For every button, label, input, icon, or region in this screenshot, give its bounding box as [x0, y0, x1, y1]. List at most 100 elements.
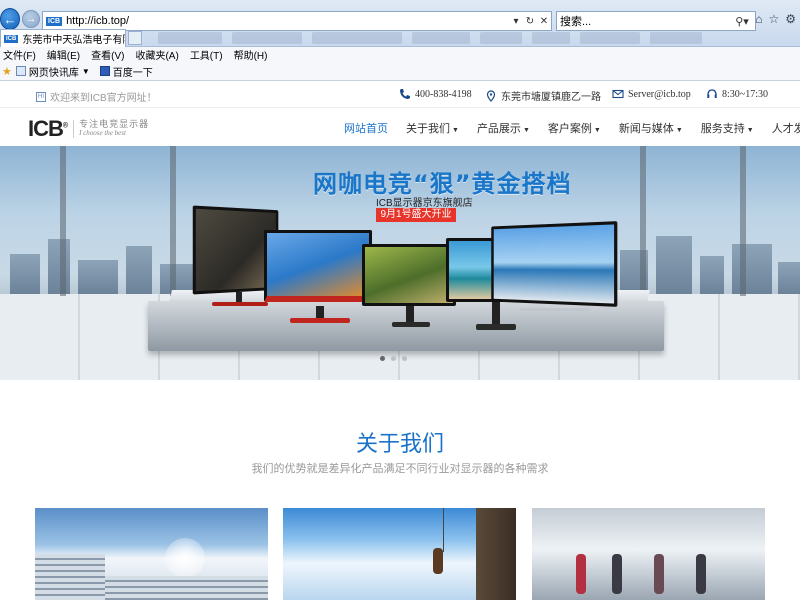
- chevron-down-icon: ▼: [81, 66, 90, 76]
- favorite-baidu[interactable]: 百度一下: [99, 64, 153, 79]
- contact-phone: 400-838-4198: [399, 88, 472, 100]
- tab-strip: ICB 东莞市中天弘浩电子有限公... ✕: [0, 29, 800, 47]
- chevron-down-icon: ▼: [522, 127, 530, 134]
- window-frame: [170, 146, 176, 296]
- new-tab-button[interactable]: [128, 31, 142, 45]
- site-logo[interactable]: ICB® 专注电竞显示器 I choose the best: [28, 116, 149, 142]
- phone-number: 400-838-4198: [415, 88, 472, 100]
- background-tab[interactable]: [232, 32, 302, 44]
- rock-cliff: [476, 508, 516, 600]
- nav-service[interactable]: 服务支持 ▼: [701, 120, 754, 136]
- about-card-building[interactable]: [35, 508, 268, 600]
- menu-tools[interactable]: 工具(T): [190, 47, 223, 62]
- chevron-down-icon: ▼: [593, 127, 601, 134]
- tab-active[interactable]: ICB 东莞市中天弘浩电子有限公... ✕: [0, 29, 126, 47]
- logo-tagline: 专注电竞显示器 I choose the best: [73, 119, 149, 138]
- carousel-dot[interactable]: [380, 356, 385, 361]
- refresh-icon[interactable]: ↻: [523, 16, 537, 27]
- background-tab[interactable]: [480, 32, 522, 44]
- search-input[interactable]: 搜索...: [560, 13, 729, 29]
- address-url[interactable]: http://icb.top/: [66, 15, 509, 27]
- menu-file[interactable]: 文件(F): [3, 47, 36, 62]
- back-button[interactable]: ←: [0, 8, 20, 30]
- forward-button[interactable]: →: [22, 10, 40, 28]
- contact-address: 东莞市塘厦镇鹿乙一路: [485, 88, 601, 103]
- climber-figure: [433, 548, 443, 574]
- favorite-label: 网页快讯库: [28, 67, 79, 79]
- home-icon[interactable]: ⌂: [755, 12, 762, 26]
- about-card-climber[interactable]: [283, 508, 516, 600]
- menu-favorites[interactable]: 收藏夹(A): [135, 47, 178, 62]
- sun-flare: [165, 538, 205, 578]
- address-bar[interactable]: ICB http://icb.top/ ▾ ↻ ✕: [42, 11, 552, 31]
- email-text[interactable]: Server@icb.top: [628, 89, 691, 100]
- rope: [443, 508, 444, 552]
- menu-help[interactable]: 帮助(H): [234, 47, 268, 62]
- monitor-image: [362, 244, 456, 306]
- search-box[interactable]: 搜索... ⚲▾: [556, 11, 756, 31]
- about-title: 关于我们: [355, 432, 444, 457]
- banner-date-badge: 9月1号盛大开业: [376, 208, 456, 222]
- search-icon[interactable]: ⚲▾: [729, 15, 755, 28]
- top-info-bar: HI 欢迎来到ICB官方网址！ 400-838-4198 东莞市塘厦镇鹿乙一路 …: [0, 81, 800, 108]
- site-favicon-icon: ICB: [46, 16, 63, 26]
- background-tab[interactable]: [532, 32, 570, 44]
- nav-products[interactable]: 产品展示 ▼: [477, 120, 530, 136]
- runner-figure: [576, 554, 586, 594]
- nav-news[interactable]: 新闻与媒体 ▼: [619, 120, 683, 136]
- logo-brand: ICB®: [28, 116, 68, 141]
- nav-home[interactable]: 网站首页: [344, 120, 388, 136]
- menu-view[interactable]: 查看(V): [91, 47, 124, 62]
- nav-careers[interactable]: 人才发展: [772, 120, 800, 136]
- background-tab[interactable]: [158, 32, 222, 44]
- address-dropdown-icon[interactable]: ▾: [509, 16, 523, 27]
- nav-cases[interactable]: 客户案例 ▼: [548, 120, 601, 136]
- address-text: 东莞市塘厦镇鹿乙一路: [501, 92, 601, 103]
- welcome-icon: HI: [36, 91, 46, 102]
- menu-bar: 文件(F) 编辑(E) 查看(V) 收藏夹(A) 工具(T) 帮助(H): [0, 47, 800, 62]
- banner-subtitle: ICB显示器京东旗舰店: [376, 198, 473, 209]
- tab-title: 东莞市中天弘浩电子有限公...: [22, 35, 125, 46]
- window-frame: [740, 146, 746, 296]
- favorite-webslice[interactable]: 网页快讯库 ▼: [15, 64, 90, 79]
- carousel-dot[interactable]: [391, 356, 396, 361]
- headset-icon: [707, 89, 717, 98]
- contact-email: Server@icb.top: [612, 88, 691, 100]
- carousel-dot[interactable]: [402, 356, 407, 361]
- baidu-icon: [99, 66, 110, 76]
- favorites-star-icon[interactable]: ☆: [768, 12, 779, 26]
- phone-icon: [400, 89, 410, 99]
- logo-tagline-en: I choose the best: [79, 129, 126, 138]
- runner-figure: [612, 554, 622, 594]
- welcome-message: HI 欢迎来到ICB官方网址！: [36, 89, 157, 104]
- tab-favicon-icon: ICB: [4, 34, 19, 43]
- building-image: [35, 554, 105, 600]
- window-frame: [640, 146, 646, 296]
- chevron-down-icon: ▼: [675, 127, 683, 134]
- main-header: ICB® 专注电竞显示器 I choose the best 网站首页 关于我们…: [0, 108, 800, 146]
- background-tab[interactable]: [580, 32, 640, 44]
- arrow-left-icon: ←: [3, 11, 17, 27]
- monitor-image: [491, 221, 618, 307]
- monitor-image: [264, 230, 372, 302]
- hero-banner[interactable]: 网咖电竞“狠”黄金搭档 ICB显示器京东旗舰店 9月1号盛大开业: [0, 146, 800, 380]
- gear-icon[interactable]: ⚙: [785, 12, 796, 26]
- hours-text: 8:30~17:30: [722, 88, 768, 100]
- welcome-text: 欢迎来到ICB官方网址！: [50, 93, 157, 104]
- webslice-icon: [15, 66, 26, 76]
- background-tab[interactable]: [650, 32, 702, 44]
- menu-edit[interactable]: 编辑(E): [47, 47, 80, 62]
- main-nav: 网站首页 关于我们▼ 产品展示▼ 客户案例▼ 新闻与媒体▼ 服务支持▼ 人才发展: [344, 120, 800, 136]
- favorites-bar: ★ 网页快讯库 ▼ 百度一下: [0, 62, 800, 81]
- stop-icon[interactable]: ✕: [537, 16, 551, 27]
- building-image: [105, 576, 268, 600]
- favorites-star-icon[interactable]: ★: [2, 65, 12, 78]
- nav-about[interactable]: 关于我们 ▼: [406, 120, 459, 136]
- background-tab[interactable]: [412, 32, 470, 44]
- about-card-runners[interactable]: [532, 508, 765, 600]
- runner-figure: [696, 554, 706, 594]
- chevron-down-icon: ▼: [452, 127, 459, 134]
- toolbar-icons: ⌂ ☆ ⚙: [755, 12, 796, 26]
- background-tab[interactable]: [312, 32, 402, 44]
- carousel-dots: [380, 356, 407, 361]
